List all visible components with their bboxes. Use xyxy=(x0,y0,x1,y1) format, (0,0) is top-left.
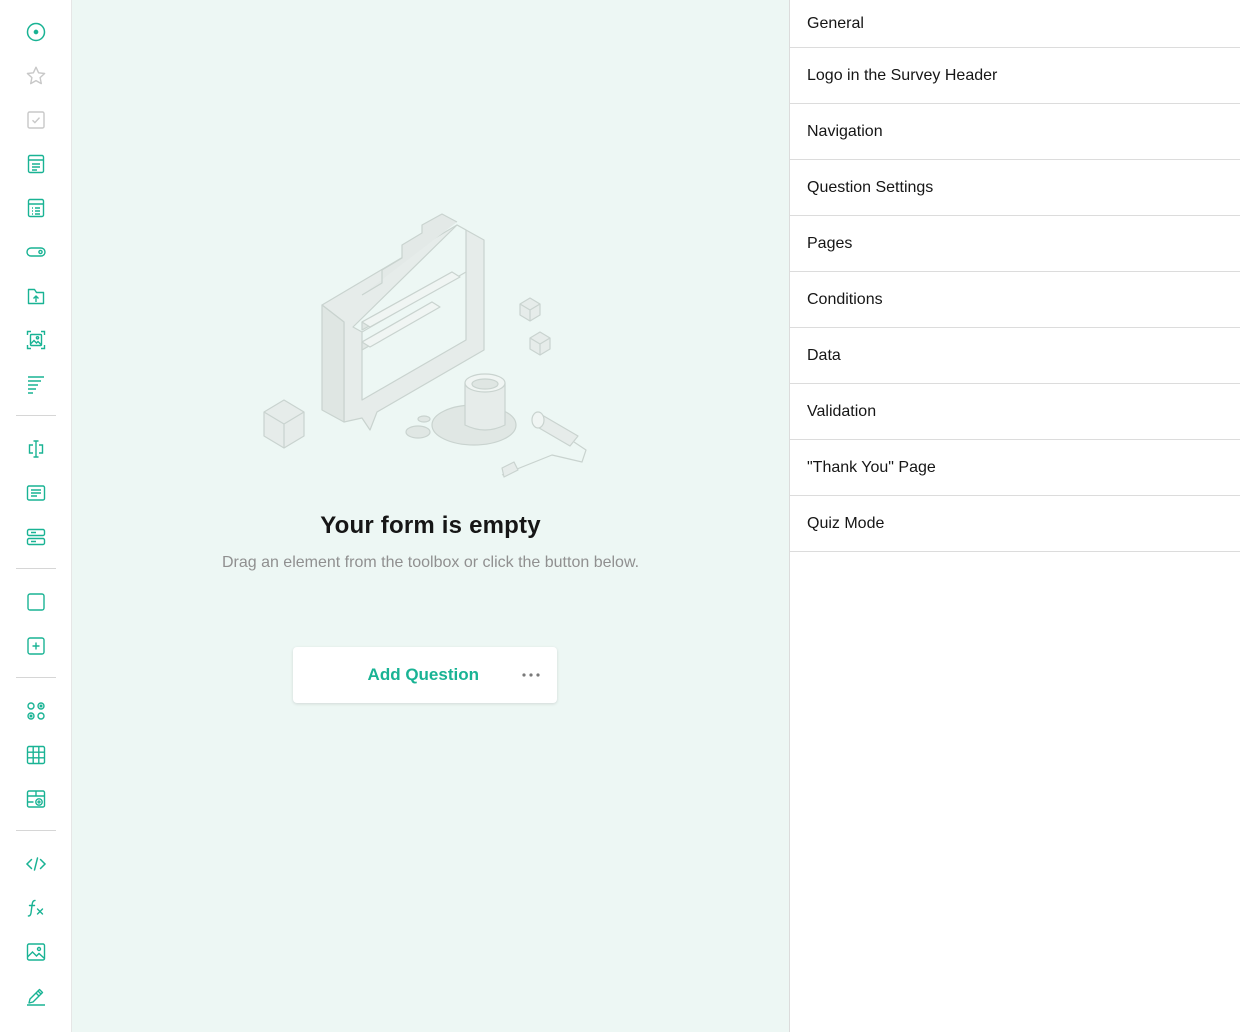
html-icon[interactable] xyxy=(16,844,56,884)
dropdown-icon[interactable] xyxy=(16,144,56,184)
more-horizontal-icon[interactable] xyxy=(511,655,551,695)
rating-icon[interactable] xyxy=(16,56,56,96)
property-category-quiz-mode[interactable]: Quiz Mode xyxy=(790,496,1240,552)
property-category-pages[interactable]: Pages xyxy=(790,216,1240,272)
file-upload-icon[interactable] xyxy=(16,276,56,316)
multi-select-matrix-icon[interactable] xyxy=(16,735,56,775)
panel-icon[interactable] xyxy=(16,582,56,622)
empty-form-title: Your form is empty xyxy=(320,512,541,539)
add-question-button[interactable]: Add Question xyxy=(293,647,503,703)
expression-icon[interactable] xyxy=(16,888,56,928)
toolbox-separator xyxy=(16,830,56,831)
dynamic-panel-icon[interactable] xyxy=(16,626,56,666)
property-category-validation[interactable]: Validation xyxy=(790,384,1240,440)
property-category-general[interactable]: General xyxy=(790,0,1240,48)
property-category-data[interactable]: Data xyxy=(790,328,1240,384)
add-question-label: Add Question xyxy=(367,665,479,684)
property-category-question-settings[interactable]: Question Settings xyxy=(790,160,1240,216)
long-text-icon[interactable] xyxy=(16,473,56,513)
checkbox-icon[interactable] xyxy=(16,100,56,140)
single-line-text-icon[interactable] xyxy=(16,429,56,469)
property-category-conditions[interactable]: Conditions xyxy=(790,272,1240,328)
toolbox-separator xyxy=(16,568,56,569)
property-category-logo[interactable]: Logo in the Survey Header xyxy=(790,48,1240,104)
image-picker-icon[interactable] xyxy=(16,320,56,360)
ranking-icon[interactable] xyxy=(16,364,56,404)
add-question-container: Add Question xyxy=(293,647,557,703)
image-icon[interactable] xyxy=(16,932,56,972)
tagbox-icon[interactable] xyxy=(16,188,56,228)
radiogroup-icon[interactable] xyxy=(16,12,56,52)
toolbox-separator xyxy=(16,415,56,416)
empty-form-subtitle: Drag an element from the toolbox or clic… xyxy=(221,554,640,571)
property-category-thank-you-page[interactable]: "Thank You" Page xyxy=(790,440,1240,496)
multiple-textboxes-icon[interactable] xyxy=(16,517,56,557)
dynamic-matrix-icon[interactable] xyxy=(16,779,56,819)
empty-form-illustration xyxy=(263,213,587,478)
toolbox xyxy=(0,0,72,1032)
toolbox-separator xyxy=(16,677,56,678)
boolean-toggle-icon[interactable] xyxy=(16,232,56,272)
property-category-navigation[interactable]: Navigation xyxy=(790,104,1240,160)
survey-creator: Your form is empty Drag an element from … xyxy=(0,0,1240,1032)
single-select-matrix-icon[interactable] xyxy=(16,691,56,731)
signature-icon[interactable] xyxy=(16,976,56,1016)
design-surface: Your form is empty Drag an element from … xyxy=(72,0,789,1032)
property-grid: General Logo in the Survey Header Naviga… xyxy=(789,0,1240,1032)
